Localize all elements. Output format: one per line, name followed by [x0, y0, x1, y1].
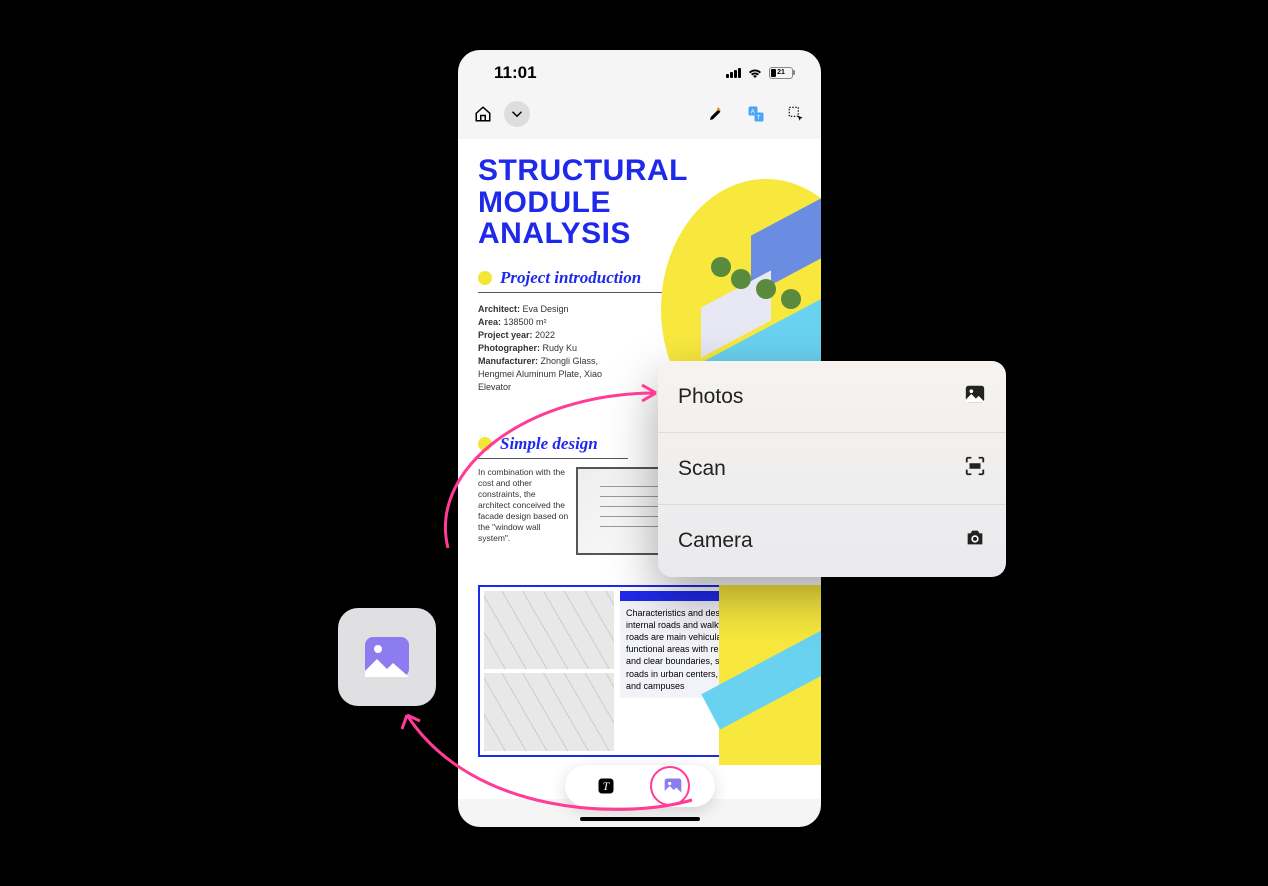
svg-text:A: A: [751, 109, 755, 115]
menu-item-scan[interactable]: Scan: [658, 433, 1006, 505]
menu-label: Camera: [678, 529, 753, 553]
lower-image-1: [484, 591, 614, 669]
image-tool-button[interactable]: [656, 769, 690, 803]
highlighter-button[interactable]: [703, 101, 729, 127]
battery-icon: 21: [769, 67, 793, 79]
lower-image-2: [484, 673, 614, 751]
section-header-1: Project introduction: [478, 268, 678, 293]
chevron-down-button[interactable]: [504, 101, 530, 127]
scan-icon: [964, 455, 986, 483]
svg-text:T: T: [757, 115, 761, 121]
insert-image-menu: Photos Scan Camera: [658, 361, 1006, 577]
menu-label: Photos: [678, 385, 743, 409]
text-tool-button[interactable]: T: [589, 769, 623, 803]
translate-button[interactable]: AT: [743, 101, 769, 127]
bullet-dot-icon: [478, 271, 492, 285]
image-icon: [363, 635, 411, 679]
section-header-2: Simple design: [478, 434, 628, 459]
simple-design-text: In combination with the cost and other c…: [478, 467, 570, 555]
bullet-dot-icon: [478, 437, 492, 451]
camera-icon: [964, 527, 986, 555]
clock: 11:01: [494, 63, 537, 83]
wifi-icon: [747, 63, 763, 83]
selection-tool-button[interactable]: [783, 101, 809, 127]
lower-panel: Characteristics and design points of int…: [478, 585, 801, 757]
home-indicator[interactable]: [580, 817, 700, 821]
bottom-toolbar-pill: T: [565, 765, 715, 807]
home-button[interactable]: [470, 101, 496, 127]
status-bar: 11:01 21: [458, 50, 821, 95]
menu-item-camera[interactable]: Camera: [658, 505, 1006, 577]
isometric-illustration-2: [719, 585, 821, 765]
photo-icon: [964, 383, 986, 411]
menu-item-photos[interactable]: Photos: [658, 361, 1006, 433]
menu-label: Scan: [678, 457, 726, 481]
image-tool-tile: [338, 608, 436, 706]
app-toolbar: AT: [458, 95, 821, 133]
cellular-signal-icon: [726, 68, 741, 78]
